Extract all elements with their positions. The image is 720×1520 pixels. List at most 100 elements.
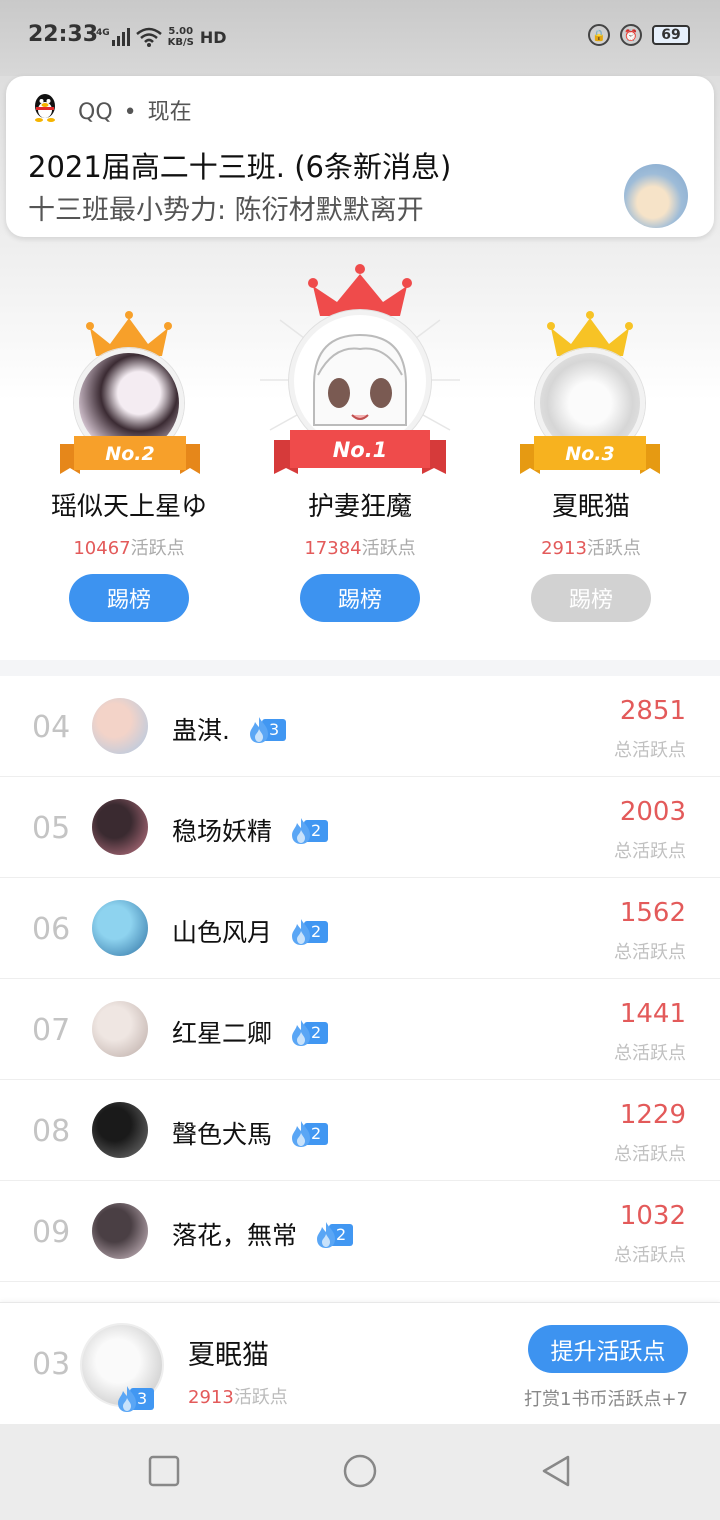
status-bar: 22:33 4G 5.00 KB/S HD 🔒 ⏰ 69 <box>0 0 720 76</box>
total-score: 2003 <box>619 797 686 827</box>
user-avatar[interactable] <box>92 1203 148 1259</box>
flame-icon <box>292 818 311 844</box>
boost-activity-button[interactable]: 提升活跃点 <box>528 1325 688 1373</box>
battery-icon: 69 <box>652 25 690 45</box>
my-points: 2913活跃点 <box>188 1383 288 1409</box>
section-divider <box>0 660 720 676</box>
user-name: 蛊淇. 3 <box>172 711 287 747</box>
notification-avatar <box>624 164 688 228</box>
level-badge: 3 <box>248 716 287 744</box>
qq-penguin-icon <box>35 94 55 122</box>
points-value: 2913 <box>541 538 587 559</box>
triangle-back-icon[interactable] <box>536 1454 576 1490</box>
notification-header: QQ • 现在 <box>78 94 192 126</box>
rank-number: 05 <box>32 811 71 846</box>
podium-name: 瑶似天上星ゆ <box>50 492 207 522</box>
hd-icon: HD <box>199 27 227 47</box>
notification-title: 2021届高二十三班. (6条新消息) <box>28 150 452 184</box>
user-name-text: 山色风月 <box>172 918 273 947</box>
rank-number: 07 <box>32 1013 71 1048</box>
square-icon[interactable] <box>144 1454 184 1490</box>
network-type: 4G <box>96 28 110 38</box>
points-value: 17384 <box>304 538 362 559</box>
status-time: 22:33 <box>28 22 99 47</box>
user-name-text: 稳场妖精 <box>172 817 273 846</box>
level-badge: 3 <box>116 1385 155 1413</box>
speed-value: 5.00 <box>168 26 194 37</box>
ranking-row[interactable]: 06 山色风月 2 1562 总活跃点 <box>0 878 720 979</box>
points-unit: 活跃点 <box>361 538 416 559</box>
system-nav-bar <box>0 1424 720 1520</box>
user-avatar[interactable] <box>92 1102 148 1158</box>
user-avatar[interactable] <box>92 1001 148 1057</box>
user-avatar[interactable] <box>92 900 148 956</box>
flame-icon <box>292 919 311 945</box>
user-name: 山色风月 2 <box>172 913 329 949</box>
rank-label: No.1 <box>332 438 388 462</box>
user-avatar[interactable] <box>92 799 148 855</box>
points-unit: 活跃点 <box>586 538 641 559</box>
ranking-list: 04 蛊淇. 3 2851 总活跃点 05 稳场妖精 2 2003 总活跃点 06 山色风月 2 1562… <box>0 676 720 1282</box>
speed-unit: KB/S <box>167 37 194 48</box>
ranking-row[interactable]: 05 稳场妖精 2 2003 总活跃点 <box>0 777 720 878</box>
flame-icon <box>249 717 268 743</box>
reward-hint: 打赏1书币活跃点+7 <box>524 1389 688 1410</box>
rank-label: No.3 <box>565 443 615 465</box>
total-score: 1032 <box>619 1201 686 1231</box>
podium-points: 17384活跃点 <box>240 534 480 560</box>
flame-icon <box>292 1020 311 1046</box>
my-rank-number: 03 <box>32 1347 71 1382</box>
user-avatar[interactable] <box>92 698 148 754</box>
total-score: 1441 <box>619 999 686 1029</box>
kick-button[interactable]: 踢榜 <box>69 574 189 622</box>
alarm-icon: ⏰ <box>620 24 642 46</box>
user-name-text: 蛊淇. <box>172 716 230 745</box>
ranking-row[interactable]: 04 蛊淇. 3 2851 总活跃点 <box>0 676 720 777</box>
ranking-row[interactable]: 09 落花，無常 2 1032 总活跃点 <box>0 1181 720 1282</box>
signal-icon: 4G <box>96 28 130 46</box>
kick-button-disabled: 踢榜 <box>531 574 651 622</box>
podium-name: 护妻狂魔 <box>307 492 412 522</box>
score-label: 总活跃点 <box>614 841 686 862</box>
total-score: 1229 <box>619 1100 686 1130</box>
network-speed: 5.00 KB/S <box>168 26 194 48</box>
level-badge: 2 <box>290 918 329 946</box>
user-name-text: 红星二卿 <box>172 1019 273 1048</box>
status-right-icons: 🔒 ⏰ 69 <box>588 24 690 46</box>
rank-number: 06 <box>32 912 71 947</box>
qq-notification[interactable]: QQ • 现在 2021届高二十三班. (6条新消息) 十三班最小势力: 陈衍材… <box>6 76 714 237</box>
score-label: 总活跃点 <box>614 1043 686 1064</box>
score-label: 总活跃点 <box>614 740 686 761</box>
notification-separator: • <box>123 100 137 125</box>
circle-icon[interactable] <box>340 1454 380 1490</box>
user-name: 落花，無常 2 <box>172 1216 354 1252</box>
rank-number: 08 <box>32 1114 71 1149</box>
points-unit: 活跃点 <box>233 1387 288 1408</box>
user-name: 稳场妖精 2 <box>172 812 329 848</box>
status-left-icons: 4G 5.00 KB/S HD <box>96 26 227 48</box>
user-name-text: 落花，無常 <box>172 1221 298 1250</box>
ranking-row[interactable]: 07 红星二卿 2 1441 总活跃点 <box>0 979 720 1080</box>
rotation-lock-icon: 🔒 <box>588 24 610 46</box>
flame-icon <box>292 1121 311 1147</box>
notification-app-name: QQ <box>78 100 113 125</box>
points-value: 2913 <box>188 1387 234 1408</box>
points-value: 10467 <box>73 538 131 559</box>
score-label: 总活跃点 <box>614 1144 686 1165</box>
score-label: 总活跃点 <box>614 1245 686 1266</box>
kick-button[interactable]: 踢榜 <box>300 574 420 622</box>
ranking-row[interactable]: 08 聲色犬馬 2 1229 总活跃点 <box>0 1080 720 1181</box>
total-score: 1562 <box>619 898 686 928</box>
user-name-text: 聲色犬馬 <box>172 1120 273 1149</box>
my-rank-card: 03 3 夏眠猫 2913活跃点 提升活跃点 打赏1书币活跃点+7 <box>0 1302 720 1424</box>
notification-body: 十三班最小势力: 陈衍材默默离开 <box>28 195 424 226</box>
podium-points: 2913活跃点 <box>471 534 711 560</box>
wifi-icon <box>135 27 162 47</box>
rank-number: 09 <box>32 1215 71 1250</box>
user-name: 聲色犬馬 2 <box>172 1115 329 1151</box>
podium-name: 夏眠猫 <box>551 492 630 522</box>
user-name: 红星二卿 2 <box>172 1014 329 1050</box>
rank-number: 04 <box>32 710 71 745</box>
rank-label: No.2 <box>105 443 155 465</box>
notification-time: 现在 <box>147 100 192 125</box>
